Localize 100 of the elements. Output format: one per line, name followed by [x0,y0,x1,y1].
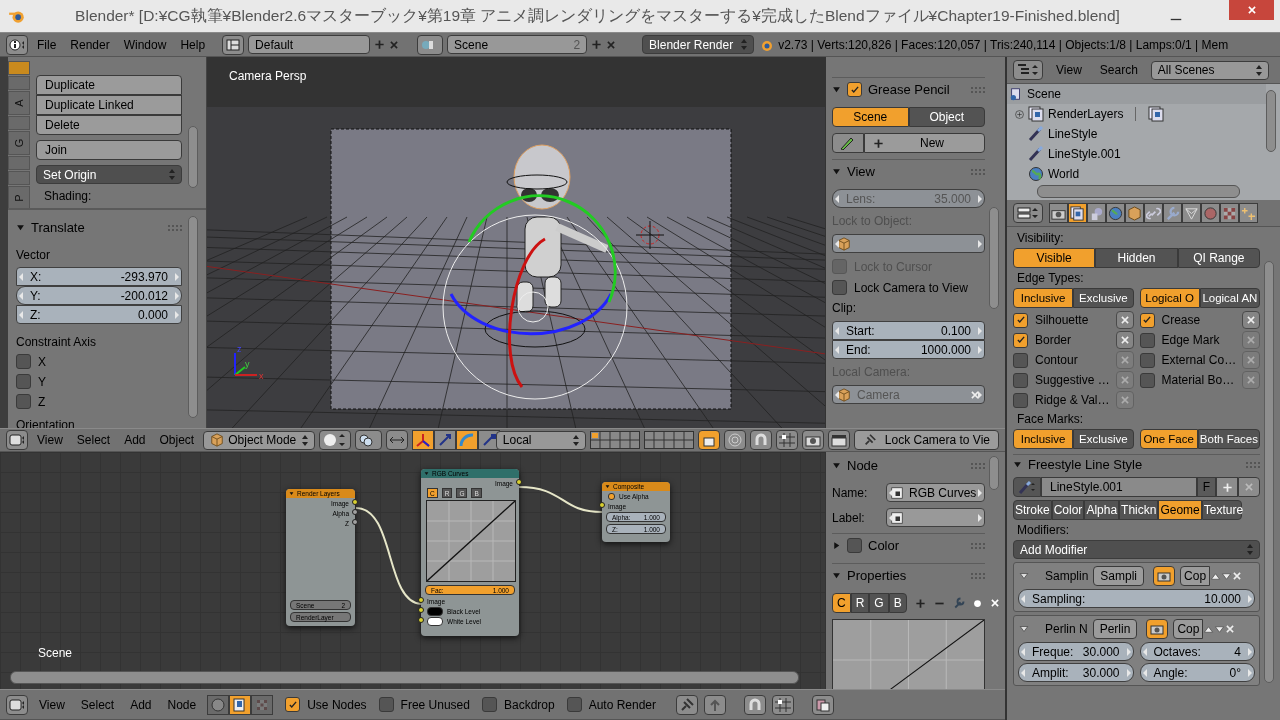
tool-button[interactable]: Join [36,140,182,160]
tool-button[interactable]: Delete [36,115,182,135]
toggle-button[interactable]: One Face [1139,429,1198,449]
wrench-icon[interactable] [952,597,965,609]
scrollbar[interactable] [1264,261,1274,683]
menu-item[interactable]: Select [71,433,116,447]
collapse-triangle-icon[interactable] [1018,571,1030,581]
socket-icon[interactable] [599,502,605,508]
checkbox[interactable] [1013,312,1028,328]
layout-field[interactable]: Default [248,35,371,54]
menu-item[interactable]: Node [162,697,202,712]
checkbox[interactable] [1013,352,1028,368]
3d-view-editor-icon[interactable] [6,430,28,450]
tool-button[interactable]: Duplicate [36,75,182,95]
shelf-tab[interactable]: G [8,131,30,155]
toggle-button[interactable]: Hidden [1095,248,1178,268]
number-field[interactable]: Z: 0.000 [16,305,182,324]
lock-layers-icon[interactable] [697,430,720,450]
scene-field[interactable]: Scene 2 [447,35,588,54]
image-stack-icon[interactable] [1068,203,1087,223]
checkbox[interactable] [1139,312,1155,328]
linestyle-name-field[interactable]: LineStyle.001 [1041,477,1197,497]
checkbox[interactable] [285,697,301,712]
render-camera-icon[interactable] [1153,566,1176,586]
menu-item[interactable]: Search [1094,63,1143,77]
wrench-icon[interactable] [1163,203,1182,223]
clapperboard-icon[interactable] [827,430,850,450]
socket-icon[interactable] [516,479,522,485]
render-engine-dropdown[interactable]: Blender Render [642,35,755,54]
tree-item[interactable]: RenderLayers [1048,107,1124,121]
toggle-button[interactable]: Logical AN [1199,288,1260,308]
new-button[interactable]: New [864,133,985,153]
checkbox[interactable] [566,697,582,712]
shelf-tab[interactable] [8,61,30,75]
menu-item[interactable]: Select [75,697,120,712]
toggle-button[interactable]: Logical O [1139,288,1200,308]
toggle-button[interactable]: Both Faces [1197,429,1260,449]
checkbox[interactable] [378,697,394,712]
checkbox[interactable] [1139,332,1155,348]
magnet-icon[interactable] [744,694,767,715]
toggle-button[interactable]: Visible [1013,248,1096,268]
checkbox[interactable] [481,697,497,712]
checkbox[interactable] [832,280,847,295]
pin-icon[interactable] [676,694,699,715]
add-button[interactable] [1216,477,1238,497]
menu-item[interactable]: Add [125,697,157,712]
checkbox[interactable] [1013,372,1028,388]
move-up-icon[interactable] [1203,623,1215,635]
scrollbar[interactable] [989,456,999,490]
unlink-button[interactable] [1238,477,1260,497]
combined-widget-icon[interactable] [412,430,435,450]
layers-grid-icon[interactable] [643,431,694,449]
linestyle-tab[interactable]: Alpha [1084,500,1120,520]
exclude-toggle[interactable] [1115,311,1134,329]
number-field[interactable]: Sampling: 10.000 [1018,589,1255,608]
pencil-icon[interactable] [832,133,864,153]
mode-dropdown[interactable]: Object Mode [203,430,316,450]
checkbox[interactable] [847,82,862,97]
snap-icon[interactable] [772,694,795,715]
linestyle-tab[interactable]: Texture [1201,500,1242,520]
toggle-button[interactable]: Inclusive [1013,288,1074,308]
pivot-point-icon[interactable] [354,430,383,450]
number-field[interactable]: Amplit: 30.000 [1018,663,1134,682]
set-origin-dropdown[interactable]: Set Origin [36,165,182,184]
source-tab[interactable]: Object [908,107,985,127]
globe-icon[interactable] [1106,203,1125,223]
tree-item[interactable]: World [1048,167,1080,181]
tree-item[interactable]: LineStyle [1048,127,1098,141]
number-field[interactable]: Octaves: 4 [1139,642,1255,661]
collapse-triangle-icon[interactable] [832,461,841,470]
checkbox[interactable] [16,394,31,409]
scrollbar[interactable] [188,216,198,418]
sparkle-icon[interactable] [1239,203,1258,223]
scene-icon[interactable] [417,34,444,55]
render-camera-icon[interactable] [1146,619,1169,639]
scrollbar[interactable] [989,207,999,309]
3d-viewport[interactable]: Camera Persp z y x [207,57,825,428]
tool-button[interactable]: Duplicate Linked [36,95,182,115]
snap-icon[interactable] [775,430,798,450]
cube-icon[interactable] [1125,203,1144,223]
text-field[interactable] [886,508,985,527]
scrollbar[interactable] [1266,90,1276,152]
modifier-type-button[interactable]: Perlin [1092,619,1138,639]
chain-icon[interactable] [1144,203,1163,223]
menu-item[interactable]: Object [154,433,200,447]
number-field[interactable]: End: 1000.000 [832,340,985,359]
node-editor-icon[interactable] [6,694,28,715]
toggle-button[interactable]: Exclusive [1073,429,1134,449]
copy-icon[interactable] [812,694,835,715]
menu-item[interactable]: Render [65,37,115,52]
toggle-button[interactable]: Inclusive [1013,429,1074,449]
move-up-icon[interactable] [1210,570,1222,582]
channel-tab[interactable]: R [850,593,870,613]
checker-icon[interactable] [1220,203,1239,223]
properties-editor-icon[interactable] [1013,203,1043,223]
linestyle-tab[interactable]: Geome [1158,500,1202,520]
collapse-triangle-icon[interactable] [832,85,841,94]
text-field[interactable]: RGB Curves [886,483,985,502]
copy-button[interactable]: Cop [1180,566,1211,586]
add-modifier-dropdown[interactable]: Add Modifier [1013,540,1260,559]
